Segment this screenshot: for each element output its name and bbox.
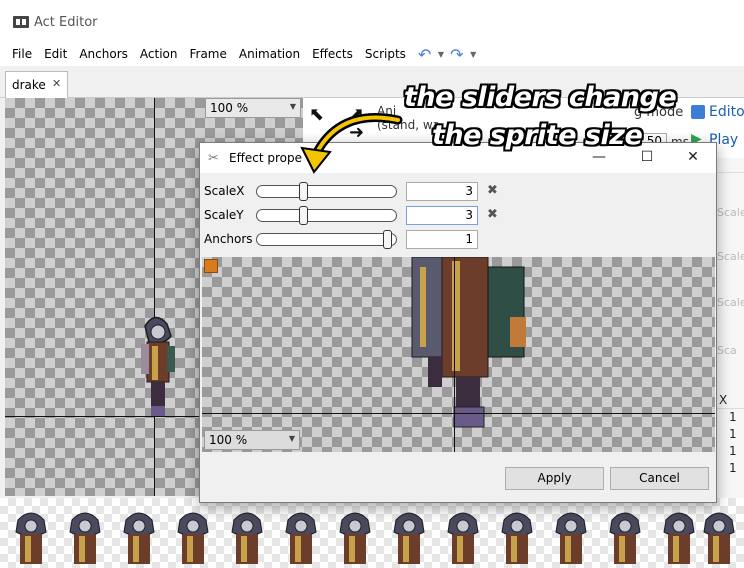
frame-thumbnail[interactable] [602, 506, 648, 566]
menu-animation[interactable]: Animation [233, 44, 306, 66]
sprite-small [141, 316, 175, 416]
apply-button[interactable]: Apply [505, 467, 604, 490]
grid-placeholder[interactable]: Scale [717, 250, 744, 263]
frame-thumbnail[interactable] [116, 506, 162, 566]
effect-properties-dialog: ✂ Effect prope — ☐ ✕ ScaleX 3 ✖ ScaleY 3… [199, 142, 717, 503]
grid-column-header: X [719, 393, 728, 407]
reset-scaley-icon[interactable]: ✖ [487, 207, 498, 222]
grid-value[interactable]: 1 [729, 427, 737, 441]
menu-bar: File Edit Anchors Action Frame Animation… [0, 44, 744, 66]
menu-frame[interactable]: Frame [183, 44, 232, 66]
grid-placeholder[interactable]: Sca [717, 344, 737, 357]
grid-value[interactable]: 1 [729, 461, 737, 475]
grid-value[interactable]: 1 [729, 410, 737, 424]
grid-placeholder[interactable]: Scale [717, 206, 744, 219]
scaley-label: ScaleY [204, 208, 244, 222]
effects-icon: ✂ [208, 151, 219, 166]
menu-action[interactable]: Action [134, 44, 184, 66]
menu-file[interactable]: File [6, 44, 38, 66]
scalex-input[interactable]: 3 [406, 182, 478, 201]
scaley-input[interactable]: 3 [406, 206, 478, 225]
slider-thumb[interactable] [299, 206, 308, 225]
title-bar: Act Editor [0, 0, 744, 44]
grid-divider [713, 408, 744, 409]
frame-thumbnail[interactable] [278, 506, 324, 566]
cancel-button[interactable]: Cancel [610, 467, 709, 490]
frame-thumbnail[interactable] [62, 506, 108, 566]
frame-thumbnail[interactable] [386, 506, 432, 566]
grid-placeholder[interactable]: Scale [717, 296, 744, 309]
minimize-button[interactable]: — [584, 148, 614, 168]
preview-axis-vertical [454, 257, 455, 452]
frame-thumbnail[interactable] [8, 506, 54, 566]
scalex-label: ScaleX [204, 184, 245, 198]
redo-dropdown-icon[interactable]: ▼ [470, 46, 476, 64]
annotation-line-2: the sprite size [432, 120, 643, 151]
editor-button[interactable]: Edito [709, 104, 744, 120]
editor-icon[interactable] [691, 105, 705, 119]
app-title: Act Editor [34, 15, 98, 30]
reset-scalex-icon[interactable]: ✖ [487, 183, 498, 198]
sprite-preview [411, 257, 526, 428]
app-icon [13, 16, 29, 28]
color-swatch[interactable] [204, 259, 218, 273]
menu-anchors[interactable]: Anchors [73, 44, 134, 66]
grid-divider [713, 172, 744, 173]
canvas-zoom-value: 100 % [210, 101, 249, 115]
tab-close-icon[interactable]: ✕ [52, 77, 61, 90]
frame-strip[interactable] [0, 498, 744, 568]
preview-zoom-value: 100 % [209, 433, 248, 447]
canvas-axis-vertical [154, 98, 155, 496]
preview-axis-horizontal [202, 413, 715, 414]
chevron-down-icon: ▼ [288, 434, 295, 443]
menu-effects[interactable]: Effects [306, 44, 359, 66]
tab-label: drake [12, 78, 46, 92]
frame-thumbnail[interactable] [332, 506, 378, 566]
close-button[interactable]: ✕ [678, 148, 708, 168]
annotation-line-1: the sliders change [404, 82, 677, 113]
preview-canvas[interactable]: 100 % ▼ [202, 257, 715, 452]
menu-scripts[interactable]: Scripts [359, 44, 412, 66]
frame-thumbnail[interactable] [696, 506, 742, 566]
frame-thumbnail[interactable] [494, 506, 540, 566]
tab-drake[interactable]: drake ✕ [5, 71, 68, 98]
anchors-slider[interactable] [256, 230, 397, 249]
redo-icon[interactable]: ↷ [450, 46, 468, 64]
slider-thumb[interactable] [383, 230, 392, 249]
grid-value[interactable]: 1 [729, 444, 737, 458]
anchors-input[interactable]: 1 [406, 230, 478, 249]
frame-thumbnail[interactable] [170, 506, 216, 566]
menu-edit[interactable]: Edit [38, 44, 73, 66]
maximize-button[interactable]: ☐ [632, 148, 662, 168]
frame-thumbnail[interactable] [440, 506, 486, 566]
undo-icon[interactable]: ↶ [418, 46, 436, 64]
frame-thumbnail[interactable] [224, 506, 270, 566]
frame-thumbnail[interactable] [548, 506, 594, 566]
annotation-arrow [300, 113, 403, 174]
undo-dropdown-icon[interactable]: ▼ [438, 46, 444, 64]
preview-zoom-select[interactable]: 100 % ▼ [204, 430, 300, 450]
scaley-slider[interactable] [256, 206, 397, 225]
anchors-label: Anchors [204, 232, 253, 246]
